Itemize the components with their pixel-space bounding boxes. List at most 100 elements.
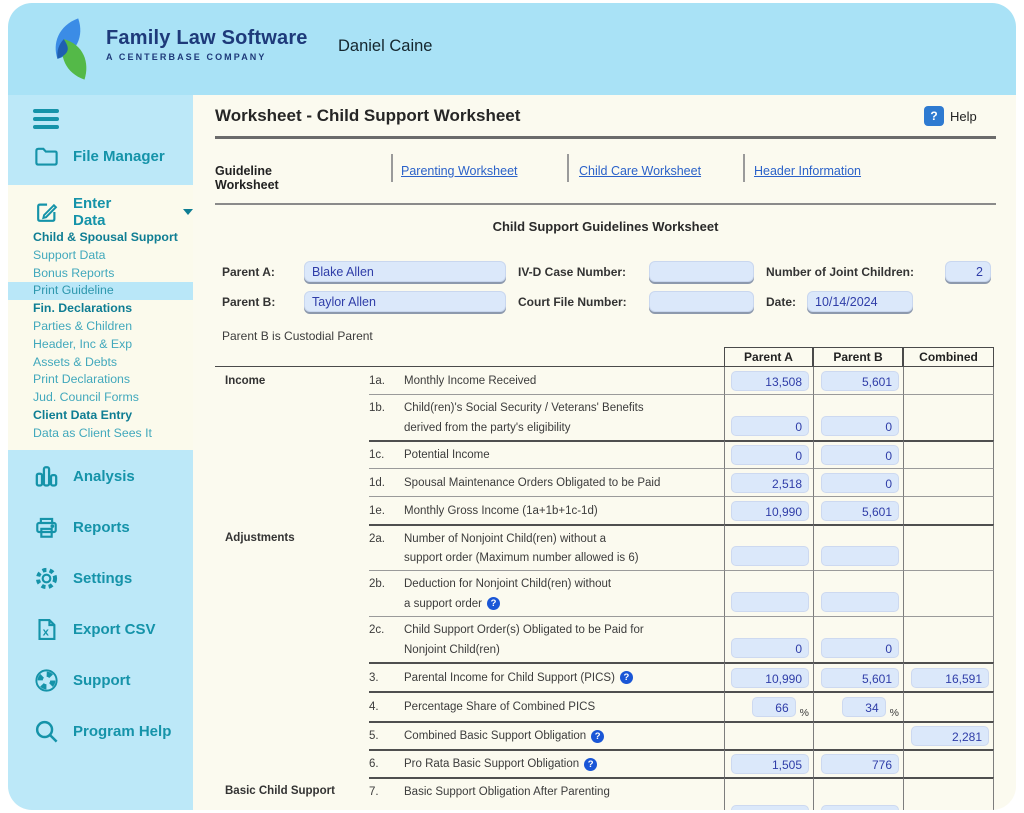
value-input-parent-a[interactable] (731, 592, 809, 612)
value-input-parent-a[interactable]: 1,265 (731, 805, 809, 810)
tab-guideline-worksheet[interactable]: Guideline Worksheet (215, 164, 279, 192)
user-name: Daniel Caine (338, 37, 432, 56)
value-input-parent-a[interactable]: 10,990 (731, 501, 809, 521)
joint-children-input[interactable]: 2 (945, 261, 991, 282)
item-description: Potential Income (404, 440, 724, 468)
sidebar-item-reports[interactable]: Reports (33, 514, 171, 541)
parent-b-input[interactable]: Taylor Allen (304, 291, 506, 312)
value-cell-combined (903, 524, 994, 570)
brand-name: Family Law Software (106, 27, 308, 50)
question-icon[interactable]: ? (591, 730, 604, 743)
sidebar-item-program-help[interactable]: Program Help (33, 718, 171, 745)
sidebar-bottom-menu: Analysis Reports Settings (33, 463, 171, 745)
value-input-combined[interactable]: 16,591 (911, 668, 989, 688)
section-label (215, 468, 369, 496)
tabs-divider (215, 203, 996, 205)
value-input-parent-b[interactable]: 0 (821, 805, 899, 810)
value-input-parent-b[interactable]: 5,601 (821, 501, 899, 521)
value-input-parent-a[interactable]: 0 (731, 638, 809, 658)
tab-parenting-worksheet[interactable]: Parenting Worksheet (401, 164, 518, 178)
table-row: Basic Child Support 7. Basic Support Obl… (215, 777, 994, 810)
value-input-parent-b[interactable] (821, 546, 899, 566)
bar-chart-icon (33, 463, 60, 490)
sidebar-subitem-header-inc-exp[interactable]: Header, Inc & Exp (8, 336, 193, 354)
value-input-parent-b[interactable]: 0 (821, 416, 899, 436)
value-input-parent-a[interactable] (731, 546, 809, 566)
value-input-parent-b[interactable]: 776 (821, 754, 899, 774)
sidebar-subitem-child-spousal-support[interactable]: Child & Spousal Support (8, 229, 193, 247)
sidebar-subitem-fin-declarations[interactable]: Fin. Declarations (8, 300, 193, 318)
item-description: Child(ren)'s Social Security / Veterans'… (404, 394, 724, 440)
sidebar-subitem-print-guideline[interactable]: Print Guideline (8, 282, 193, 300)
question-icon[interactable]: ? (487, 597, 500, 610)
tab-header-information[interactable]: Header Information (754, 164, 861, 178)
court-file-number-label: Court File Number: (518, 295, 627, 309)
sidebar-subitem-jud-council-forms[interactable]: Jud. Council Forms (8, 389, 193, 407)
enter-data-panel: Enter Data Child & Spousal Support Suppo… (8, 185, 193, 450)
column-header-parent-a: Parent A (724, 347, 813, 366)
search-icon (33, 718, 60, 745)
sidebar-item-export-csv[interactable]: x Export CSV (33, 616, 171, 643)
sidebar-item-support[interactable]: Support (33, 667, 171, 694)
sidebar-item-settings[interactable]: Settings (33, 565, 171, 592)
help-button[interactable]: Help (950, 109, 977, 124)
help-icon[interactable]: ? (924, 106, 944, 126)
item-number: 2c. (369, 616, 404, 662)
sidebar-subitem-client-data-entry[interactable]: Client Data Entry (8, 407, 193, 425)
value-input-parent-b[interactable]: 5,601 (821, 371, 899, 391)
value-cell-combined (903, 616, 994, 662)
sidebar-item-analysis[interactable]: Analysis (33, 463, 171, 490)
item-number: 3. (369, 662, 404, 691)
value-cell-parent-a (724, 721, 813, 749)
value-cell-combined (903, 691, 994, 721)
brand-subtitle: A CENTERBASE COMPANY (106, 52, 308, 62)
sidebar-subitem-bonus-reports[interactable]: Bonus Reports (8, 265, 193, 283)
sidebar-subitem-print-declarations[interactable]: Print Declarations (8, 371, 193, 389)
item-description: Pro Rata Basic Support Obligation? (404, 749, 724, 777)
value-input-parent-a[interactable]: 0 (731, 445, 809, 465)
parent-a-input[interactable]: Blake Allen (304, 261, 506, 282)
date-input[interactable]: 10/14/2024 (807, 291, 913, 312)
main-content: Worksheet - Child Support Worksheet ? He… (193, 95, 1016, 810)
item-number: 6. (369, 749, 404, 777)
tab-child-care-worksheet[interactable]: Child Care Worksheet (579, 164, 701, 178)
value-input-parent-b[interactable]: 0 (821, 473, 899, 493)
question-icon[interactable]: ? (620, 671, 633, 684)
sidebar-subitem-data-as-client-sees-it[interactable]: Data as Client Sees It (8, 425, 193, 443)
value-input-parent-b[interactable]: 5,601 (821, 668, 899, 688)
value-input-parent-a[interactable]: 66 (752, 697, 796, 717)
value-input-parent-b[interactable]: 34 (842, 697, 886, 717)
sidebar-subitem-support-data[interactable]: Support Data (8, 247, 193, 265)
value-input-combined[interactable]: 2,281 (911, 726, 989, 746)
value-cell-combined (903, 570, 994, 616)
enter-data-submenu: Child & Spousal Support Support Data Bon… (8, 229, 193, 443)
table-row: 2b. Deduction for Nonjoint Child(ren) wi… (215, 570, 994, 616)
value-input-parent-b[interactable]: 0 (821, 638, 899, 658)
value-input-parent-a[interactable]: 0 (731, 416, 809, 436)
ivd-case-number-input[interactable] (649, 261, 754, 282)
sidebar-subitem-assets-debts[interactable]: Assets & Debts (8, 354, 193, 372)
value-input-parent-b[interactable] (821, 592, 899, 612)
sidebar-item-enter-data[interactable]: Enter Data (33, 195, 193, 229)
value-input-parent-a[interactable]: 13,508 (731, 371, 809, 391)
section-label (215, 440, 369, 468)
item-description: Deduction for Nonjoint Child(ren) withou… (404, 570, 724, 616)
sidebar-item-label: Program Help (73, 723, 171, 740)
section-label: Basic Child Support (215, 777, 369, 810)
value-input-parent-b[interactable]: 0 (821, 445, 899, 465)
chevron-down-icon[interactable] (183, 209, 193, 215)
sidebar-item-label: Export CSV (73, 621, 156, 638)
app-logo-icon (44, 16, 98, 82)
menu-toggle-icon[interactable] (33, 109, 59, 133)
item-description: Child Support Order(s) Obligated to be P… (404, 616, 724, 662)
value-input-parent-a[interactable]: 10,990 (731, 668, 809, 688)
sidebar-subitem-parties-children[interactable]: Parties & Children (8, 318, 193, 336)
value-input-parent-a[interactable]: 1,505 (731, 754, 809, 774)
parent-b-label: Parent B: (222, 295, 275, 309)
table-row: 6. Pro Rata Basic Support Obligation? 1,… (215, 749, 994, 777)
sidebar-item-file-manager[interactable]: File Manager (33, 143, 165, 170)
item-description: Spousal Maintenance Orders Obligated to … (404, 468, 724, 496)
question-icon[interactable]: ? (584, 758, 597, 771)
value-input-parent-a[interactable]: 2,518 (731, 473, 809, 493)
court-file-number-input[interactable] (649, 291, 754, 312)
